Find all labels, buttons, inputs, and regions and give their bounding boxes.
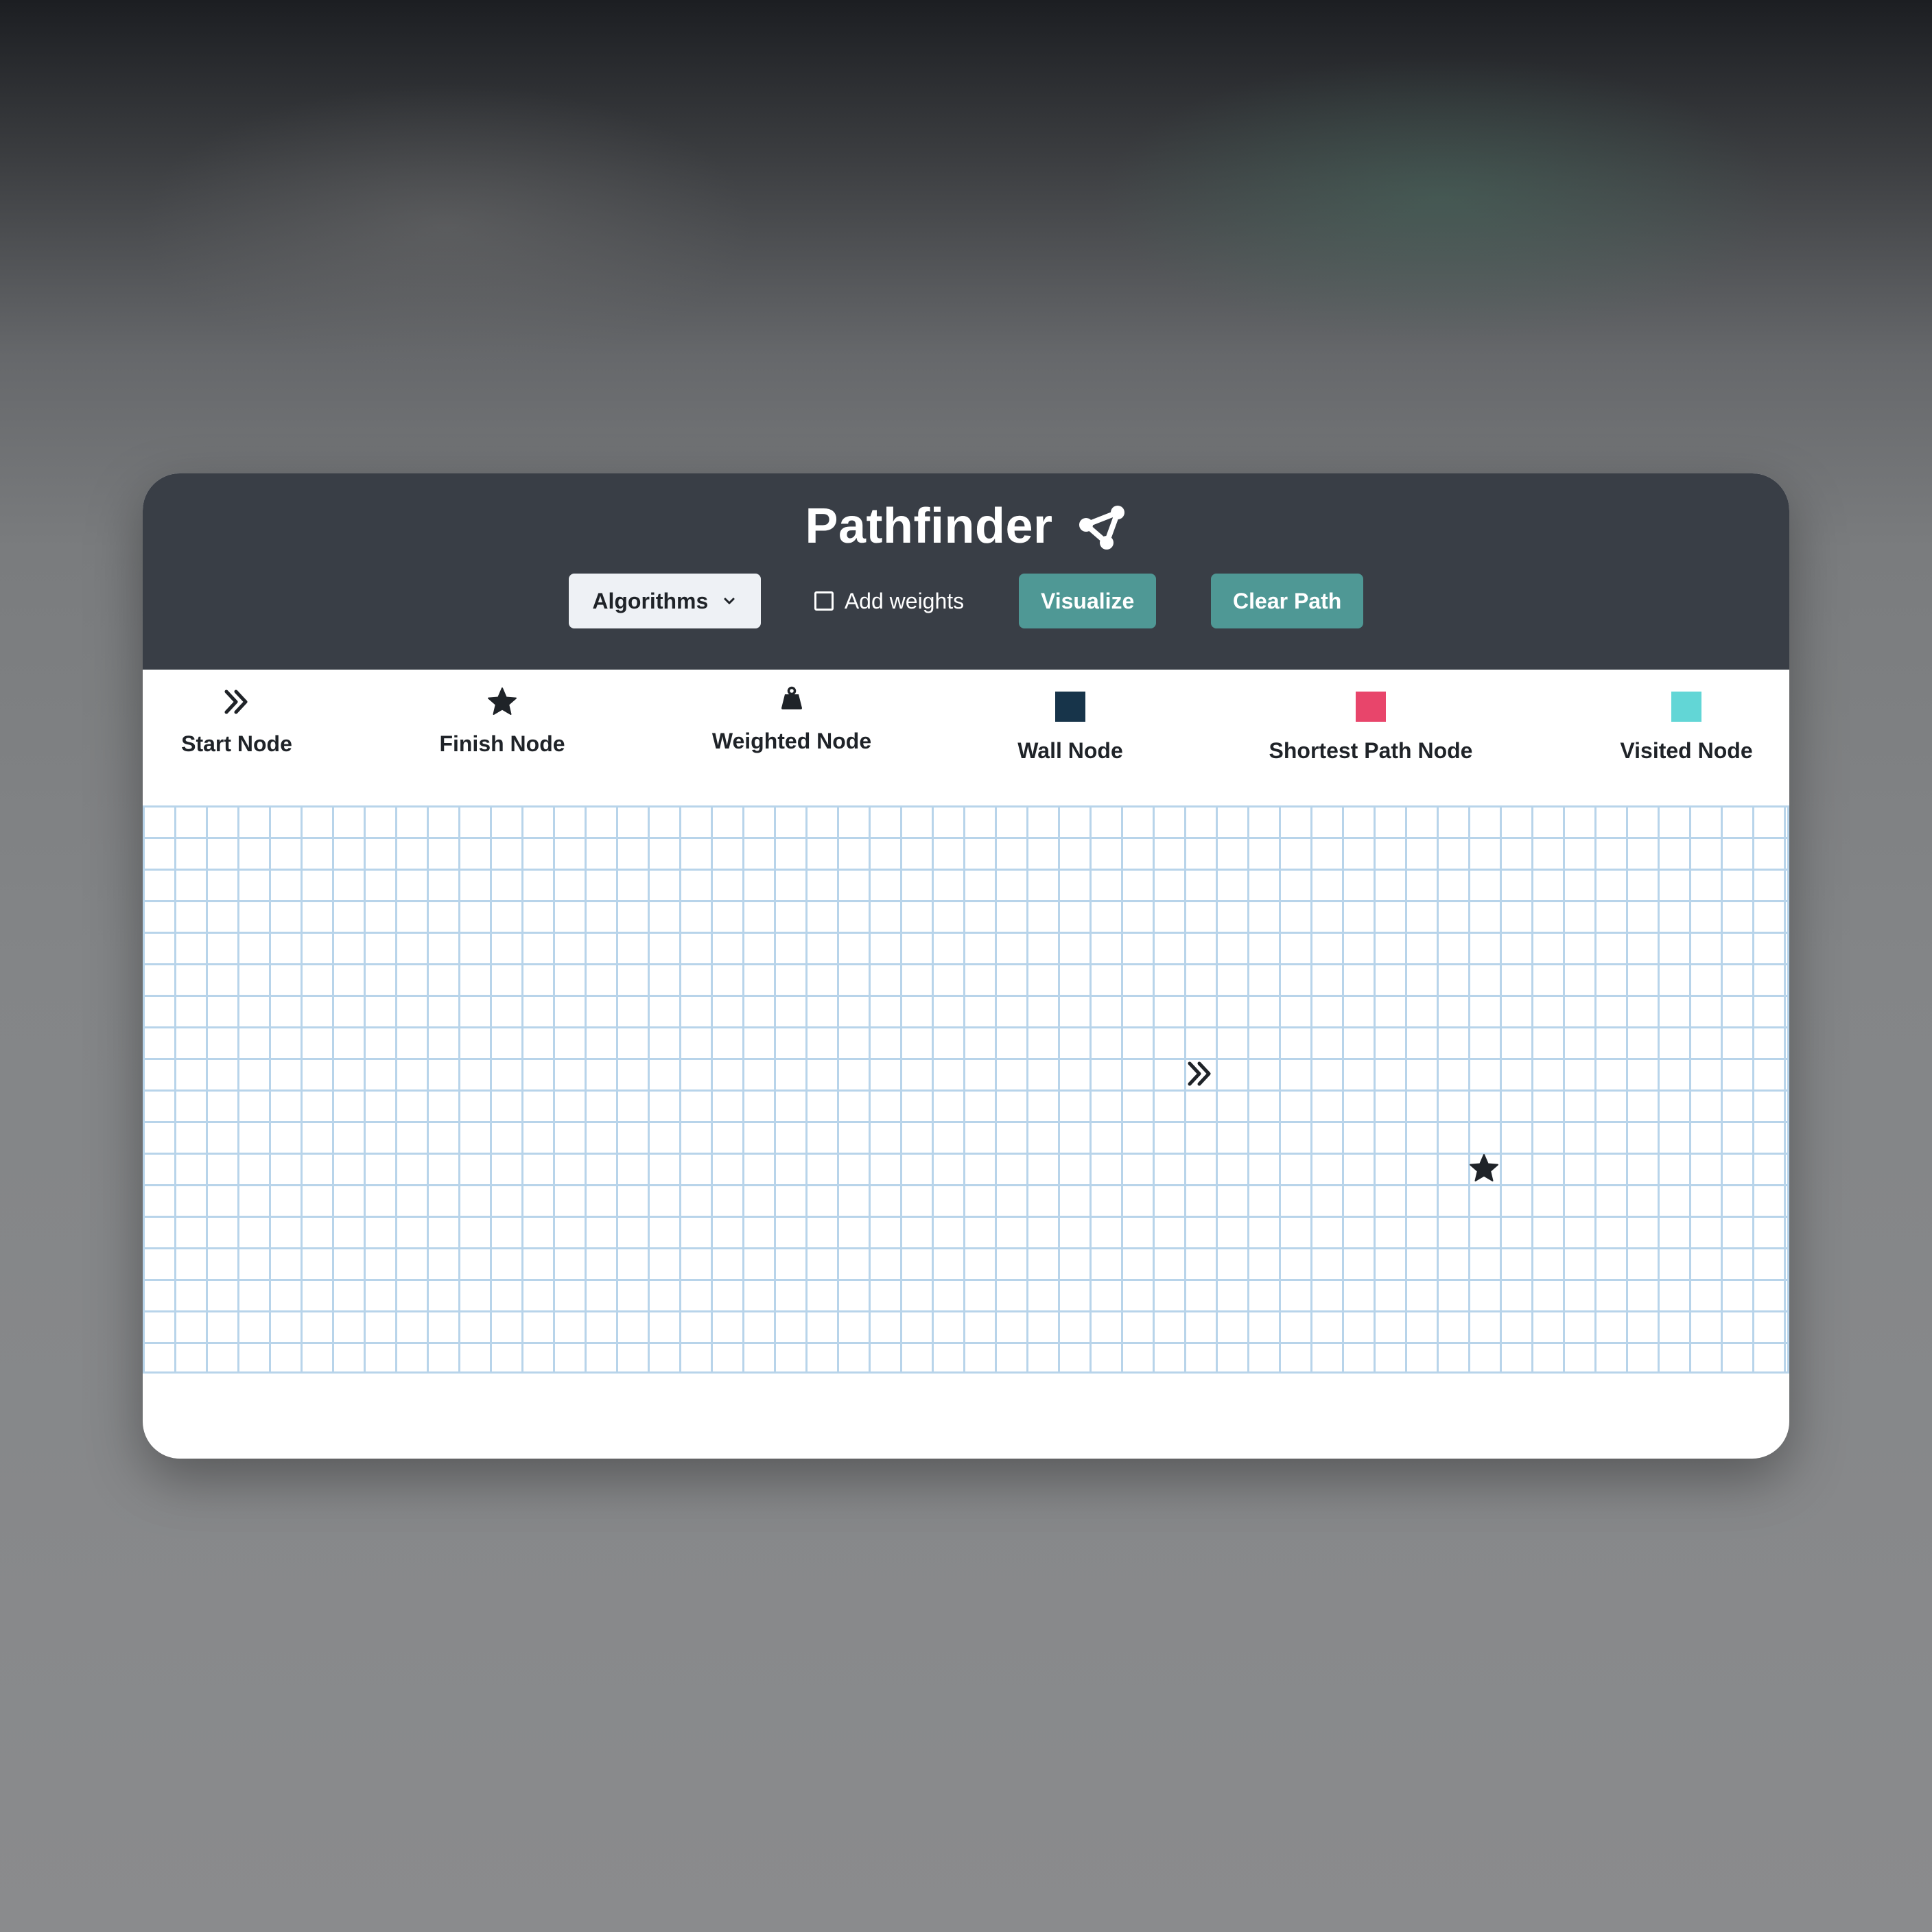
toolbar: Algorithms Add weights Visualize Clear P… (143, 574, 1789, 628)
chevron-down-icon (724, 598, 735, 604)
star-icon (488, 687, 517, 715)
legend-start-label: Start Node (181, 731, 292, 756)
weight-icon (781, 686, 802, 709)
star-icon (1470, 1154, 1498, 1181)
legend-visited-label: Visited Node (1620, 738, 1753, 763)
wall-node-swatch (1055, 692, 1085, 722)
legend-finish-label: Finish Node (439, 731, 565, 756)
shortest-path-node-swatch (1356, 692, 1386, 722)
header: Pathfinder Algorithms Add weights Visual… (143, 473, 1789, 670)
app-window: Pathfinder Algorithms Add weights Visual… (143, 473, 1789, 1459)
visualize-button[interactable]: Visualize (1019, 574, 1157, 628)
add-weights-checkbox[interactable] (814, 591, 834, 611)
finish-node[interactable] (1468, 1153, 1500, 1184)
legend: Start Node Finish Node Weighted Node Wal… (143, 670, 1789, 807)
clear-path-button[interactable]: Clear Path (1211, 574, 1364, 628)
legend-weighted-label: Weighted Node (711, 729, 872, 753)
algorithms-label: Algorithms (592, 588, 709, 613)
double-chevron-right-icon (224, 690, 248, 714)
background-glow (1098, 55, 1784, 343)
add-weights-toggle[interactable]: Add weights (814, 589, 964, 614)
graph-nodes-icon (1079, 506, 1124, 550)
legend-wall-label: Wall Node (1017, 738, 1123, 763)
algorithms-dropdown[interactable]: Algorithms (568, 574, 761, 628)
legend-shortest-label: Shortest Path Node (1269, 738, 1473, 763)
double-chevron-right-icon (1188, 1061, 1211, 1086)
pathfinding-grid[interactable] (143, 805, 1789, 1374)
start-node[interactable] (1184, 1058, 1216, 1089)
title-row: Pathfinder (143, 488, 1789, 564)
add-weights-label: Add weights (844, 588, 965, 613)
background-glow-left (137, 82, 755, 370)
visited-node-swatch (1671, 692, 1701, 722)
page-title: Pathfinder (805, 499, 1053, 554)
